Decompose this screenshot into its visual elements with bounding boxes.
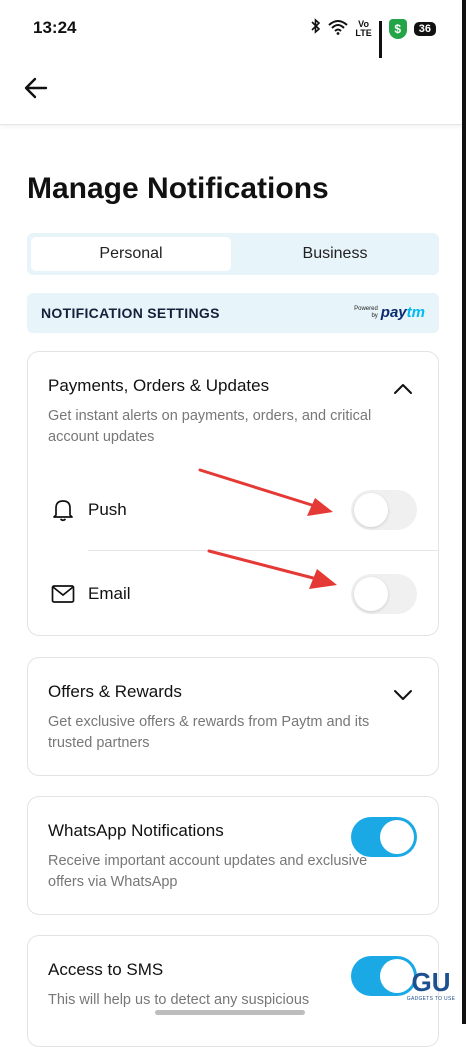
- sms-description: This will help us to detect any suspicio…: [48, 992, 310, 1008]
- whatsapp-description: Receive important account updates and ex…: [48, 853, 368, 890]
- push-label: Push: [88, 500, 127, 519]
- offers-title: Offers & Rewards: [48, 682, 182, 701]
- push-toggle[interactable]: [351, 490, 417, 530]
- whatsapp-title: WhatsApp Notifications: [48, 821, 224, 840]
- tab-personal[interactable]: Personal: [31, 237, 231, 271]
- back-button[interactable]: [22, 74, 54, 106]
- wifi-icon: [328, 19, 349, 38]
- tab-business[interactable]: Business: [235, 237, 435, 271]
- screen: 13:24 Vo LTE $ 36 Manage Notifications P…: [0, 0, 466, 1047]
- signal-icon: [378, 20, 382, 60]
- status-time: 13:24: [33, 18, 77, 37]
- paytm-logo-left: pay: [380, 304, 407, 321]
- powered-by-paytm: Powered by paytm: [354, 304, 425, 321]
- offers-card[interactable]: Offers & Rewards Get exclusive offers & …: [27, 657, 439, 776]
- payments-description: Get instant alerts on payments, orders, …: [48, 408, 372, 445]
- watermark: GU GADGETS TO USE: [406, 968, 456, 1012]
- paytm-logo: paytm: [381, 304, 425, 321]
- chevron-down-icon[interactable]: [392, 684, 414, 706]
- status-icons: Vo LTE $ 36: [311, 18, 436, 60]
- battery-indicator: 36: [413, 21, 436, 36]
- home-indicator[interactable]: [155, 1010, 305, 1015]
- notification-settings-banner: NOTIFICATION SETTINGS Powered by paytm: [27, 293, 439, 333]
- offers-description: Get exclusive offers & rewards from Payt…: [48, 714, 370, 751]
- sms-title: Access to SMS: [48, 960, 164, 979]
- status-bar: 13:24 Vo LTE $ 36: [0, 0, 462, 60]
- paytm-logo-right: tm: [406, 304, 425, 321]
- sms-card: Access to SMS This will help us to detec…: [27, 935, 439, 1047]
- mail-icon: [51, 585, 75, 603]
- banner-title: NOTIFICATION SETTINGS: [41, 305, 220, 321]
- volte-label: Vo LTE: [355, 18, 372, 38]
- toggle-knob: [354, 577, 388, 611]
- annotation-arrow: [198, 468, 333, 516]
- arrow-left-icon: [24, 77, 48, 99]
- toggle-knob: [354, 493, 388, 527]
- tab-bar: Personal Business: [27, 233, 439, 275]
- powered-by-label: Powered by: [354, 305, 378, 319]
- page-title: Manage Notifications: [27, 172, 329, 205]
- email-toggle[interactable]: [351, 574, 417, 614]
- bluetooth-icon: [311, 18, 321, 39]
- watermark-text: GADGETS TO USE: [406, 996, 456, 1002]
- annotation-arrow: [207, 549, 337, 589]
- bell-icon: [53, 500, 73, 522]
- email-label: Email: [88, 584, 131, 603]
- whatsapp-card: WhatsApp Notifications Receive important…: [27, 796, 439, 915]
- chevron-up-icon[interactable]: [392, 378, 414, 400]
- shield-icon: $: [388, 18, 407, 39]
- app-bar: [0, 58, 462, 125]
- payments-title: Payments, Orders & Updates: [48, 376, 270, 395]
- watermark-logo: GU: [411, 967, 451, 997]
- toggle-knob: [380, 820, 414, 854]
